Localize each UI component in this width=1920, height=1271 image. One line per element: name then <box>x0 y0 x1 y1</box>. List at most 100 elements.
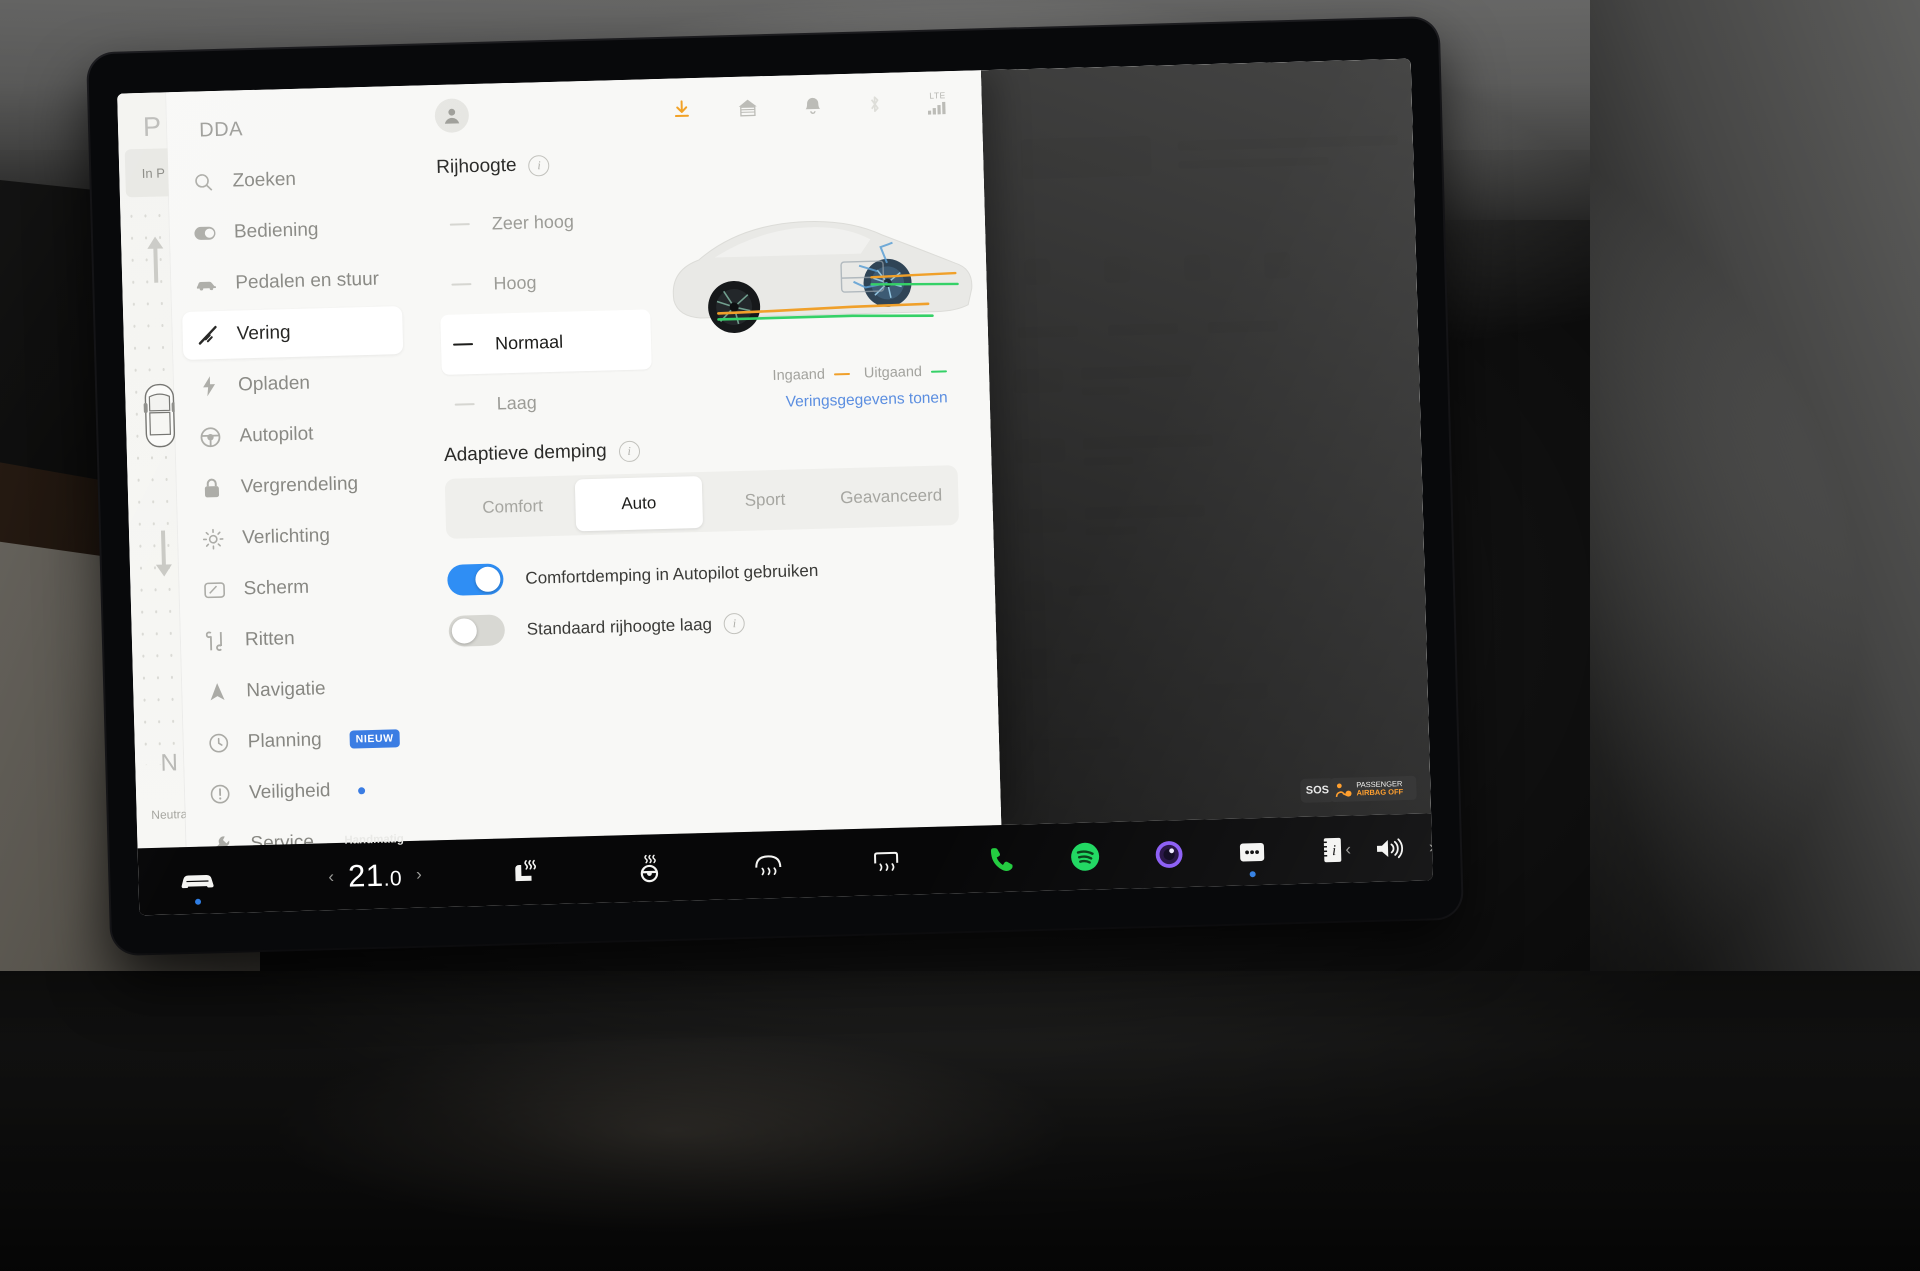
level-dash-icon <box>449 223 470 226</box>
user-profile-icon[interactable] <box>434 98 470 134</box>
sidebar-item-scherm[interactable]: Scherm <box>189 561 410 615</box>
download-icon[interactable] <box>672 99 693 120</box>
suspension-visualization: Ingaand Uitgaand Veringsgegevens tonen <box>647 175 973 429</box>
legend-color-swatch <box>930 370 947 373</box>
settings-main-panel: LTE Rijhoogte i Zeer hoog Hoog Normaal L… <box>406 70 1002 841</box>
dashcam-icon[interactable] <box>1153 838 1186 871</box>
default-low-ride-height-row: Standaard rijhoogte laag i <box>448 602 962 647</box>
sidebar-item-navigatie[interactable]: Navigatie <box>192 663 413 717</box>
spotify-icon[interactable] <box>1069 840 1102 873</box>
ride-height-section-title: Rijhoogte i <box>436 143 949 179</box>
volume-control-group[interactable]: ‹ › <box>1345 829 1433 862</box>
segment-comfort[interactable]: Comfort <box>449 479 577 534</box>
comfort-damping-autopilot-row: Comfortdemping in Autopilot gebruiken <box>447 551 961 596</box>
segment-geavanceerd[interactable]: Geavanceerd <box>827 469 955 524</box>
climate-control-group[interactable]: Handmatig ‹ 21.0 › <box>328 833 422 895</box>
sidebar-item-vering[interactable]: Vering <box>182 306 404 360</box>
option-label: Hoog <box>493 271 537 294</box>
sidebar-item-label: Navigatie <box>246 678 326 702</box>
show-suspension-data-link[interactable]: Veringsgegevens tonen <box>785 389 947 411</box>
temperature-value[interactable]: 21.0 <box>348 857 403 894</box>
front-defrost-icon[interactable] <box>871 848 902 875</box>
option-label: Normaal <box>494 331 564 354</box>
status-icon-group: LTE <box>671 90 948 121</box>
chevron-right-icon[interactable]: › <box>1429 837 1433 857</box>
background-app-panel[interactable]: SOS PASSENGER AIRBAG OFF <box>980 58 1432 826</box>
steering-wheel-heater-icon[interactable] <box>635 854 666 883</box>
level-dash-icon <box>454 403 475 406</box>
comfort-damping-autopilot-toggle[interactable] <box>447 563 504 596</box>
touchscreen[interactable]: SOS PASSENGER AIRBAG OFF P In P N Neutra… <box>117 58 1433 916</box>
car-front-icon[interactable] <box>178 869 217 905</box>
sidebar-item-opladen[interactable]: Opladen <box>184 357 405 411</box>
sidebar-item-planning[interactable]: Planning NIEUW <box>193 714 414 768</box>
speaker-icon[interactable] <box>1373 835 1408 862</box>
arrow-up-icon[interactable] <box>145 232 167 291</box>
passenger-airbag-indicator: PASSENGER AIRBAG OFF <box>1330 775 1417 803</box>
release-notes-icon[interactable]: i <box>1319 835 1346 864</box>
toggle-label: Standaard rijhoogte laag i <box>527 612 746 640</box>
legend-color-swatch <box>833 372 850 376</box>
seat-heater-icon[interactable] <box>509 858 540 885</box>
arrow-down-icon[interactable] <box>153 522 175 581</box>
ride-height-option-zeer-hoog[interactable]: Zeer hoog <box>437 189 649 255</box>
ride-height-option-hoog[interactable]: Hoog <box>439 249 651 315</box>
info-icon[interactable]: i <box>618 440 640 462</box>
legend-uitgaand: Uitgaand <box>864 363 947 382</box>
ride-height-option-laag[interactable]: Laag <box>442 369 654 435</box>
suspension-icon <box>196 324 219 347</box>
level-dash-icon <box>453 342 474 346</box>
chevron-left-icon[interactable]: ‹ <box>1345 839 1351 859</box>
navigation-arrow-icon <box>206 681 229 704</box>
sidebar-item-ritten[interactable]: Ritten <box>190 612 411 666</box>
chevron-right-icon[interactable]: › <box>416 864 422 884</box>
info-icon[interactable]: i <box>528 154 550 177</box>
option-label: Zeer hoog <box>491 210 575 234</box>
adaptive-damping-section-title: Adaptieve demping i <box>444 431 957 467</box>
touchscreen-bezel: SOS PASSENGER AIRBAG OFF P In P N Neutra… <box>88 17 1462 955</box>
default-low-ride-height-toggle[interactable] <box>448 614 506 647</box>
adaptive-damping-title-text: Adaptieve demping <box>443 440 607 466</box>
chevron-left-icon[interactable]: ‹ <box>328 867 334 887</box>
home-garage-icon[interactable] <box>737 97 758 118</box>
ride-height-option-normaal[interactable]: Normaal <box>440 309 652 375</box>
toggle-knob <box>451 618 478 644</box>
segment-sport[interactable]: Sport <box>701 473 829 528</box>
background-app-dim <box>980 58 1432 826</box>
update-dot <box>358 786 366 794</box>
sidebar-item-label: Zoeken <box>232 168 297 192</box>
sidebar-item-bediening[interactable]: Bediening <box>179 204 400 258</box>
sidebar-item-label: Vergrendeling <box>240 473 359 498</box>
bluetooth-icon[interactable] <box>867 94 882 114</box>
sidebar-item-verlichting[interactable]: Verlichting <box>188 510 409 564</box>
display-icon <box>203 579 226 602</box>
settings-sidebar: DDA Zoeken Bediening Pedalen en stuur Ve… <box>166 85 427 906</box>
clock-icon <box>208 732 231 755</box>
bell-icon[interactable] <box>803 96 822 116</box>
sidebar-nav: Zoeken Bediening Pedalen en stuur Vering… <box>168 153 428 916</box>
adaptive-damping-segmented-control[interactable]: Comfort Auto Sport Geavanceerd <box>444 465 960 539</box>
active-app-dot <box>194 898 202 905</box>
car-topview-icon[interactable] <box>143 382 177 449</box>
lte-signal-icon[interactable]: LTE <box>927 90 948 115</box>
sun-icon <box>202 528 225 551</box>
sidebar-item-zoeken[interactable]: Zoeken <box>178 153 399 207</box>
sidebar-item-veiligheid[interactable]: Veiligheid <box>195 765 416 819</box>
segment-auto[interactable]: Auto <box>574 475 703 532</box>
phone-icon[interactable] <box>987 843 1018 874</box>
sidebar-item-label: Veiligheid <box>248 780 331 804</box>
more-options-icon[interactable] <box>1237 839 1268 877</box>
lte-label: LTE <box>929 90 946 101</box>
alert-circle-icon <box>209 783 232 806</box>
legend-label: Ingaand <box>772 366 826 385</box>
rear-defrost-icon[interactable] <box>753 851 784 878</box>
sidebar-item-label: Verlichting <box>241 525 331 549</box>
sidebar-item-autopilot[interactable]: Autopilot <box>185 408 406 462</box>
lock-icon <box>201 477 224 500</box>
search-icon <box>192 171 215 194</box>
sidebar-item-pedalen-en-stuur[interactable]: Pedalen en stuur <box>181 255 402 309</box>
sidebar-item-label: Ritten <box>244 628 295 651</box>
sidebar-item-vergrendeling[interactable]: Vergrendeling <box>186 459 407 513</box>
info-icon[interactable]: i <box>723 612 746 635</box>
climate-mode-label: Handmatig <box>344 832 404 847</box>
